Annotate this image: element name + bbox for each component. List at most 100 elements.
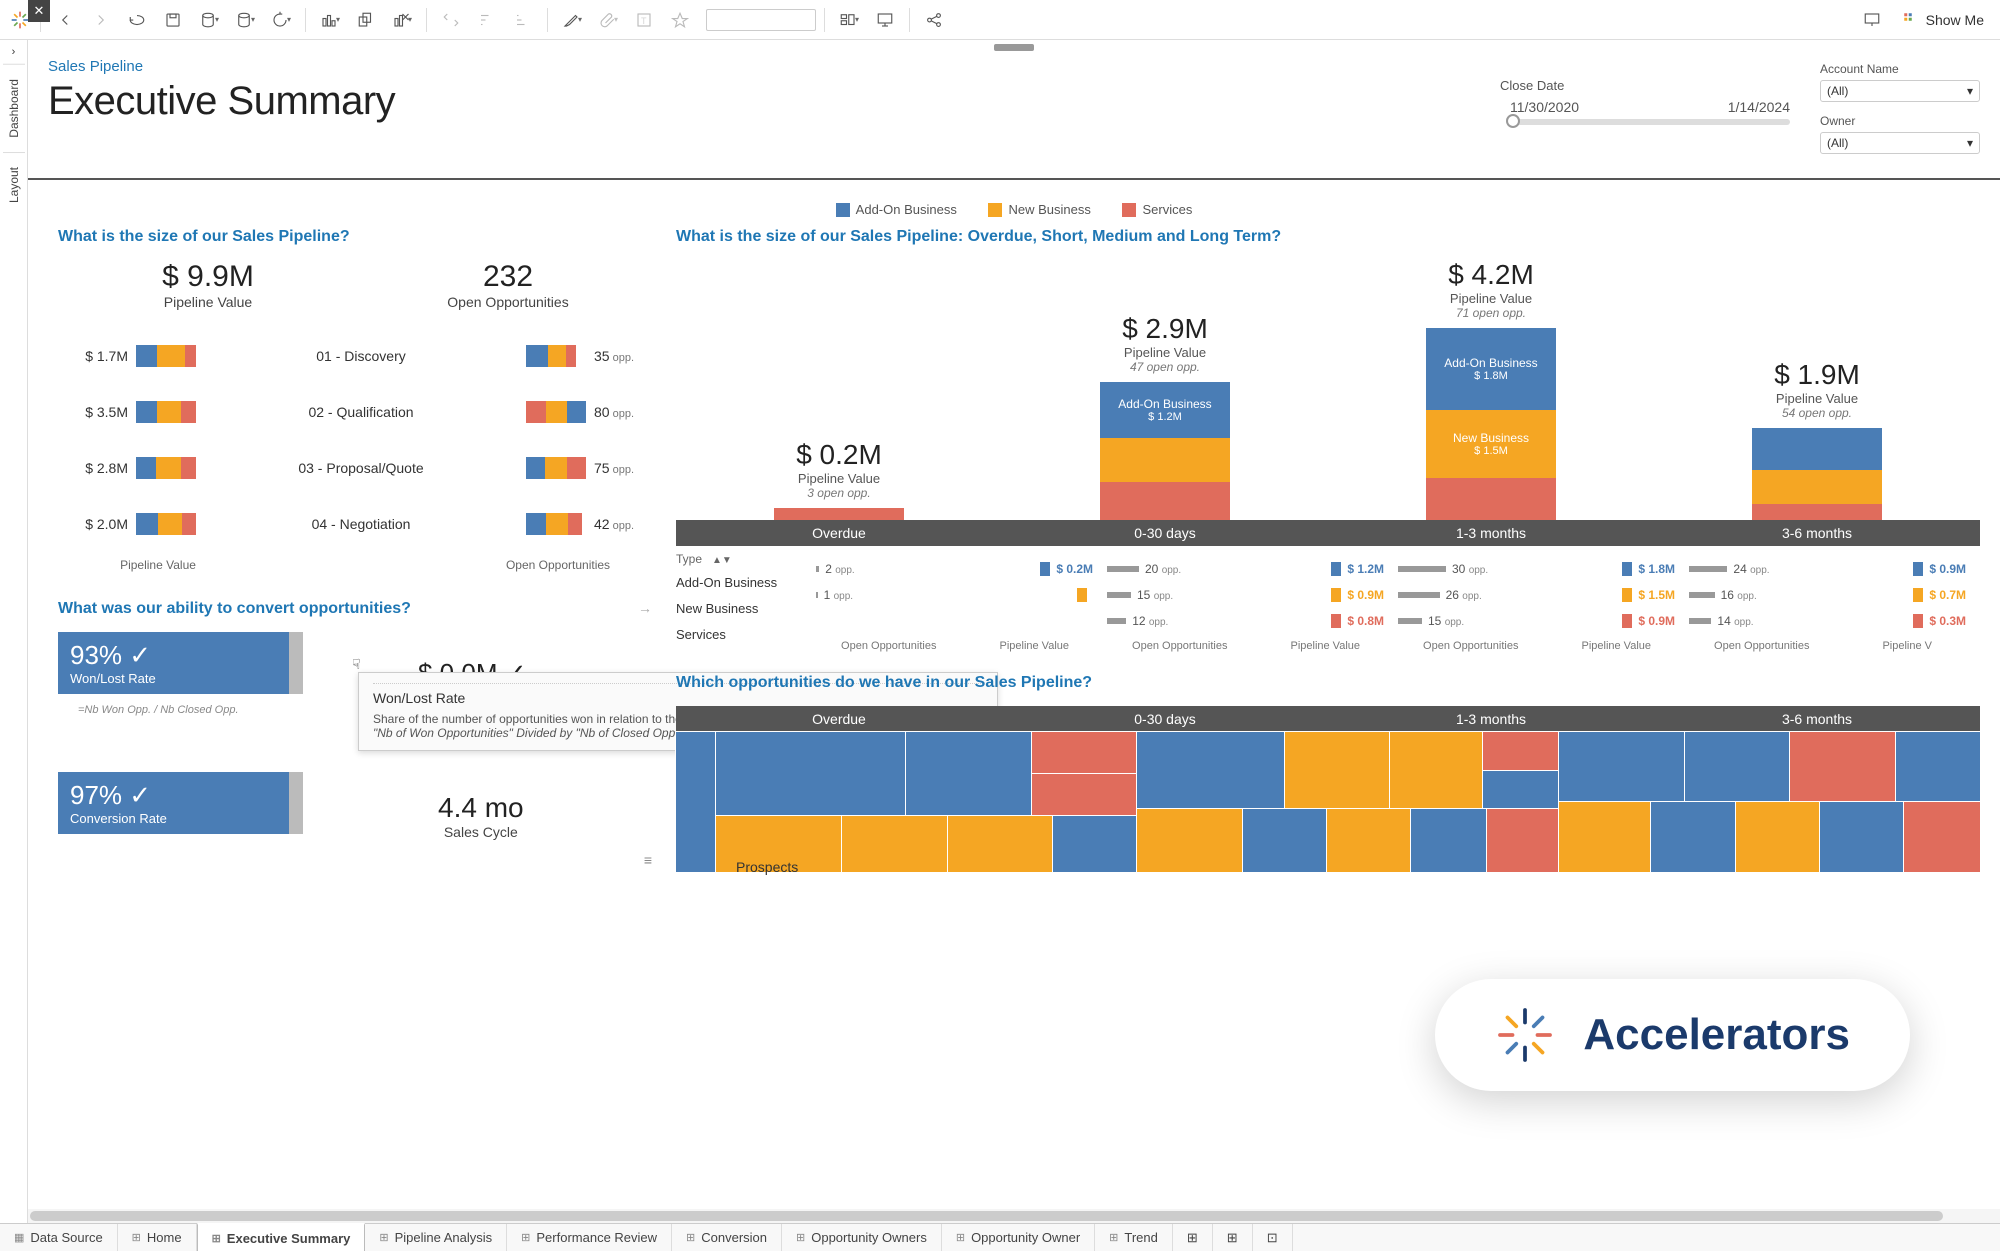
data-source-tab[interactable]: ▦Data Source bbox=[0, 1224, 118, 1251]
treemap-cell[interactable] bbox=[1327, 809, 1411, 872]
treemap-cell[interactable] bbox=[1243, 809, 1327, 872]
close-date-filter[interactable]: Close Date 11/30/2020 1/14/2024 bbox=[1500, 58, 1800, 166]
treemap-cell[interactable] bbox=[1790, 732, 1895, 802]
treemap-cell[interactable] bbox=[1032, 732, 1137, 774]
legend-new[interactable]: New Business bbox=[988, 202, 1090, 217]
back-button[interactable] bbox=[49, 4, 81, 36]
rail-tab-dashboard[interactable]: Dashboard bbox=[3, 64, 25, 152]
treemap-cell[interactable] bbox=[676, 732, 716, 872]
share-button[interactable] bbox=[918, 4, 950, 36]
treemap-cell[interactable] bbox=[1896, 732, 1980, 802]
close-panel-button[interactable]: ✕ bbox=[28, 0, 50, 22]
type-row[interactable]: 16 opp. $ 0.7M bbox=[1689, 582, 1980, 608]
term-column[interactable]: $ 0.2M Pipeline Value 3 open opp. bbox=[676, 260, 1002, 520]
sheet-tab[interactable]: ⊞Pipeline Analysis bbox=[365, 1224, 507, 1251]
drag-handle-icon[interactable] bbox=[994, 44, 1034, 51]
sheet-tab[interactable]: ⊞Trend bbox=[1095, 1224, 1173, 1251]
show-me-button[interactable]: Show Me bbox=[1894, 7, 1992, 33]
guide-me-icon[interactable] bbox=[1856, 4, 1888, 36]
treemap-cell[interactable] bbox=[1137, 732, 1284, 809]
treemap-cell[interactable] bbox=[1820, 802, 1904, 872]
treemap-cell[interactable] bbox=[842, 816, 947, 872]
sheet-tab[interactable]: ⊞Executive Summary bbox=[197, 1223, 366, 1251]
account-filter[interactable]: (All)▾ bbox=[1820, 80, 1980, 102]
sheet-tab[interactable]: ⊞Opportunity Owner bbox=[942, 1224, 1095, 1251]
clear-button[interactable]: ▾ bbox=[386, 4, 418, 36]
sheet-tab[interactable]: ⊞Conversion bbox=[672, 1224, 782, 1251]
type-row[interactable]: 1 opp. bbox=[816, 582, 1107, 608]
new-data-button[interactable]: ▾ bbox=[193, 4, 225, 36]
treemap-cell[interactable] bbox=[1483, 732, 1559, 771]
star-button[interactable] bbox=[664, 4, 696, 36]
drill-arrow-icon[interactable]: → bbox=[638, 600, 652, 616]
new-story-button[interactable]: ⊡ bbox=[1253, 1224, 1293, 1251]
type-row[interactable]: 15 opp. $ 0.9M bbox=[1107, 582, 1398, 608]
undo-button[interactable] bbox=[121, 4, 153, 36]
treemap-cell[interactable] bbox=[1904, 802, 1980, 872]
attach-button[interactable]: ▾ bbox=[592, 4, 624, 36]
treemap[interactable] bbox=[676, 732, 1980, 872]
legend-addon[interactable]: Add-On Business bbox=[836, 202, 957, 217]
treemap-cell[interactable] bbox=[1736, 802, 1820, 872]
treemap-cell[interactable] bbox=[1411, 809, 1487, 872]
term-column[interactable]: $ 2.9M Pipeline Value 47 open opp. Add-O… bbox=[1002, 260, 1328, 520]
treemap-cell[interactable] bbox=[948, 816, 1053, 872]
treemap-cell[interactable] bbox=[1137, 809, 1242, 872]
breadcrumb[interactable]: Sales Pipeline bbox=[48, 58, 1500, 75]
type-row[interactable]: 2 opp. $ 0.2M bbox=[816, 556, 1107, 582]
new-dashboard-button[interactable]: ⊞ bbox=[1213, 1224, 1253, 1251]
swap-button[interactable] bbox=[435, 4, 467, 36]
treemap-cell[interactable] bbox=[716, 732, 906, 816]
sheet-tab[interactable]: ⊞Opportunity Owners bbox=[782, 1224, 942, 1251]
type-row[interactable] bbox=[816, 608, 1107, 634]
show-cards-button[interactable]: ▾ bbox=[833, 4, 865, 36]
treemap-cell[interactable] bbox=[1483, 771, 1559, 809]
treemap-cell[interactable] bbox=[1559, 732, 1685, 802]
refresh-button[interactable]: ▾ bbox=[265, 4, 297, 36]
fit-selector[interactable] bbox=[706, 9, 816, 31]
date-slider[interactable] bbox=[1510, 119, 1790, 125]
more-menu-icon[interactable]: ≡ bbox=[644, 852, 652, 868]
treemap-cell[interactable] bbox=[906, 732, 1032, 816]
treemap-cell[interactable] bbox=[1651, 802, 1735, 872]
type-row[interactable]: 15 opp. $ 0.9M bbox=[1398, 608, 1689, 634]
expand-rail-button[interactable]: › bbox=[12, 40, 16, 64]
text-button[interactable]: T bbox=[628, 4, 660, 36]
sort-icon[interactable]: ▲▼ bbox=[712, 555, 732, 566]
legend-services[interactable]: Services bbox=[1122, 202, 1192, 217]
forward-button[interactable] bbox=[85, 4, 117, 36]
save-button[interactable] bbox=[157, 4, 189, 36]
stage-row[interactable]: $ 1.7M 01 - Discovery 35 opp. bbox=[58, 328, 658, 384]
sheet-tab[interactable]: ⊞Performance Review bbox=[507, 1224, 672, 1251]
duplicate-button[interactable] bbox=[350, 4, 382, 36]
type-row[interactable]: 30 opp. $ 1.8M bbox=[1398, 556, 1689, 582]
rail-tab-layout[interactable]: Layout bbox=[3, 152, 25, 217]
stage-row[interactable]: $ 3.5M 02 - Qualification 80 opp. bbox=[58, 384, 658, 440]
treemap-cell[interactable] bbox=[1285, 732, 1390, 809]
treemap-cell[interactable] bbox=[1390, 732, 1483, 809]
owner-filter[interactable]: (All)▾ bbox=[1820, 132, 1980, 154]
new-worksheet-button[interactable]: ▾ bbox=[314, 4, 346, 36]
stage-row[interactable]: $ 2.8M 03 - Proposal/Quote 75 opp. bbox=[58, 440, 658, 496]
won-lost-rate-card[interactable]: 93% ✓ Won/Lost Rate bbox=[58, 632, 303, 694]
type-row[interactable]: 26 opp. $ 1.5M bbox=[1398, 582, 1689, 608]
term-column[interactable]: $ 4.2M Pipeline Value 71 open opp. New B… bbox=[1328, 260, 1654, 520]
treemap-cell[interactable] bbox=[1053, 816, 1137, 872]
sort-asc-button[interactable] bbox=[471, 4, 503, 36]
treemap-cell[interactable] bbox=[1487, 809, 1559, 872]
horizontal-scrollbar[interactable] bbox=[28, 1209, 2000, 1223]
type-row[interactable]: 12 opp. $ 0.8M bbox=[1107, 608, 1398, 634]
term-column[interactable]: $ 1.9M Pipeline Value 54 open opp. bbox=[1654, 260, 1980, 520]
highlight-button[interactable]: ▾ bbox=[556, 4, 588, 36]
treemap-cell[interactable] bbox=[1559, 802, 1652, 872]
type-row[interactable]: 20 opp. $ 1.2M bbox=[1107, 556, 1398, 582]
new-sheet-button[interactable]: ⊞ bbox=[1173, 1224, 1213, 1251]
treemap-cell[interactable] bbox=[1032, 774, 1137, 816]
data-menu-button[interactable]: ▾ bbox=[229, 4, 261, 36]
treemap-cell[interactable] bbox=[1685, 732, 1790, 802]
sort-desc-button[interactable] bbox=[507, 4, 539, 36]
slider-handle-icon[interactable] bbox=[1506, 114, 1520, 128]
conversion-rate-card[interactable]: 97% ✓ Conversion Rate bbox=[58, 772, 303, 834]
type-row[interactable]: 24 opp. $ 0.9M bbox=[1689, 556, 1980, 582]
type-row[interactable]: 14 opp. $ 0.3M bbox=[1689, 608, 1980, 634]
